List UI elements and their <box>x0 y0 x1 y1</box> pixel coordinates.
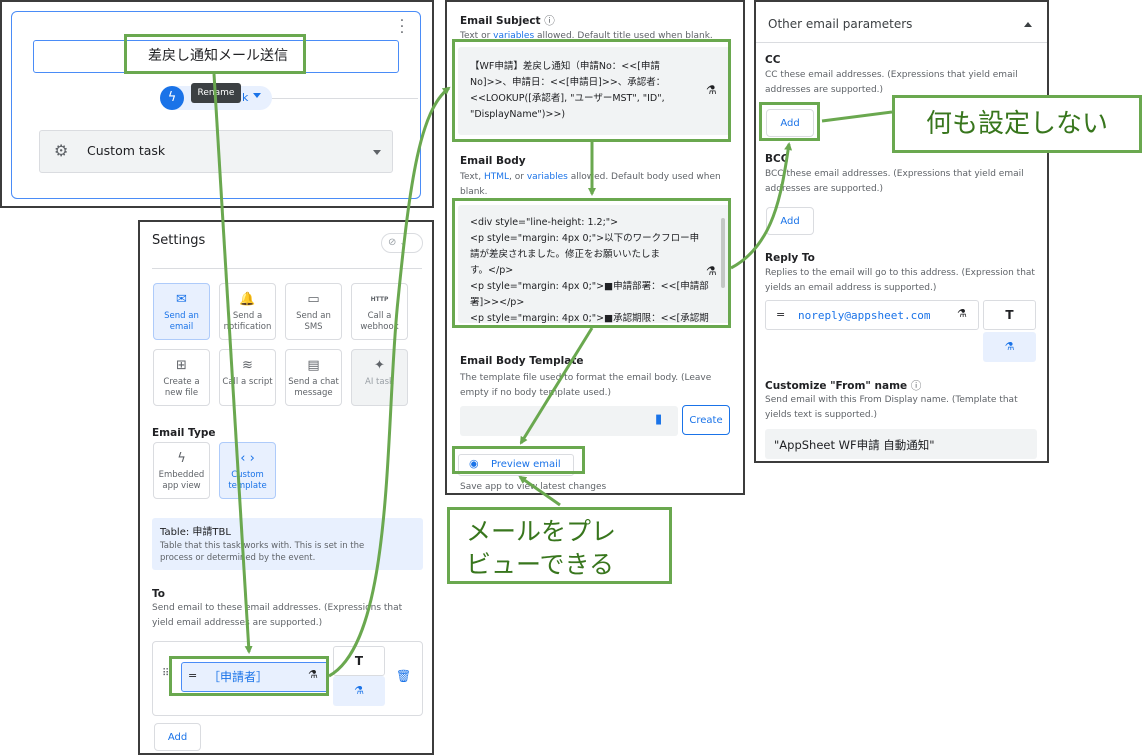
annotation-arrows <box>212 73 893 678</box>
arrow-to-to-subject <box>328 86 451 678</box>
arrow-body-to-preview <box>519 327 594 445</box>
arrow-rename-to-to <box>212 73 253 654</box>
arrow-body-to-cc <box>730 142 793 270</box>
arrow-callout-to-cc <box>821 110 893 123</box>
arrow-preview-to-callout <box>518 475 561 507</box>
